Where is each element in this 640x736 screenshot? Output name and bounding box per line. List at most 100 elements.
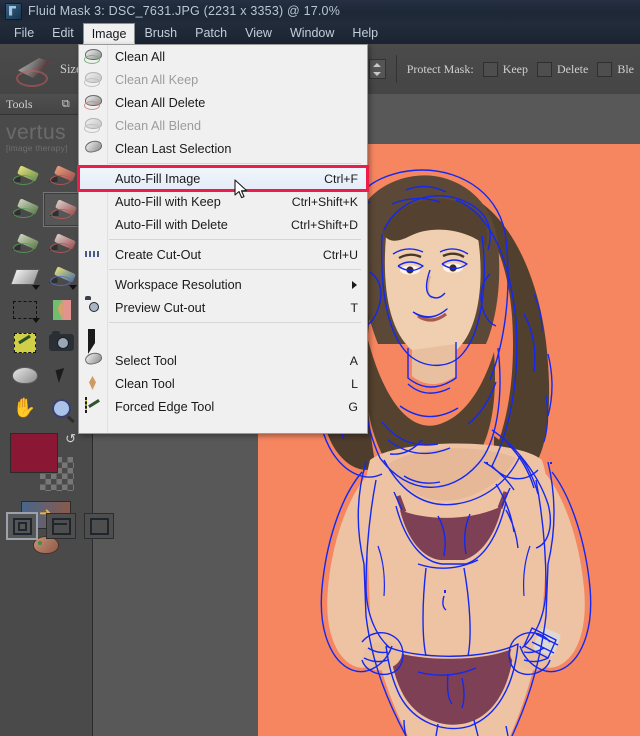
menubar-item-help[interactable]: Help <box>343 22 387 44</box>
menu-item-accelerator: A <box>349 353 358 368</box>
menu-item-clean-all[interactable]: Clean All <box>79 45 367 68</box>
menu-item-auto-fill-with-delete[interactable]: Auto-Fill with Delete Ctrl+Shift+D <box>79 213 367 236</box>
brush-preview-icon <box>14 52 60 87</box>
clean-all-blend-icon <box>83 117 103 134</box>
menu-item-auto-fill-image[interactable]: Auto-Fill Image Ctrl+F <box>77 165 369 192</box>
tool-delete-blend-brush[interactable] <box>43 227 80 260</box>
protect-blend-label: Ble <box>617 61 634 76</box>
menu-item-create-cut-out[interactable]: Create Cut-Out Ctrl+U <box>79 243 367 266</box>
tool-blend-brush[interactable] <box>43 260 80 293</box>
menubar-item-brush[interactable]: Brush <box>135 22 186 44</box>
tool-marquee[interactable] <box>6 293 43 326</box>
color-swatch-group[interactable]: ↺ <box>10 431 76 491</box>
swap-colors-icon[interactable]: ↺ <box>65 431 76 447</box>
title-bar: Fluid Mask 3: DSC_7631.JPG (2231 x 3353)… <box>0 0 640 22</box>
menu-item-accelerator: T <box>350 300 358 315</box>
options-divider-2 <box>395 55 397 83</box>
window-title: Fluid Mask 3: DSC_7631.JPG (2231 x 3353)… <box>28 4 341 18</box>
menu-item-label: Forced Edge Tool <box>115 399 215 414</box>
tool-eraser[interactable] <box>6 260 43 293</box>
dock-icon[interactable]: ⧉ <box>62 98 70 111</box>
blend-dropdown-caret[interactable] <box>69 285 77 290</box>
menu-item-label: Create Cut-Out <box>115 247 202 262</box>
menu-item-label: Clean Last Selection <box>115 141 232 156</box>
menu-item-label: Auto-Fill with Delete <box>115 217 228 232</box>
menu-item-label: Auto-Fill Image <box>115 171 201 186</box>
tool-clean[interactable] <box>6 359 43 392</box>
menu-item-label: Preview Cut-out <box>115 300 206 315</box>
clean-all-keep-icon <box>83 71 103 88</box>
color-sampler-icon <box>83 397 103 415</box>
tools-panel-title: Tools <box>6 96 33 111</box>
protect-blend-checkbox[interactable] <box>597 61 613 77</box>
tool-zoom[interactable] <box>43 392 80 425</box>
menu-item-clean-all-blend[interactable]: Clean All Blend <box>79 114 367 137</box>
menu-item-label: Clean All Blend <box>115 118 202 133</box>
menu-item-accelerator: Ctrl+Shift+D <box>291 217 358 232</box>
menu-item-label: Clean Tool <box>115 376 175 391</box>
menu-separator-3 <box>109 269 361 270</box>
size-stepper[interactable] <box>368 59 386 79</box>
foreground-color-swatch[interactable] <box>10 433 58 473</box>
tool-forced-edge[interactable] <box>43 293 80 326</box>
protect-keep-checkbox[interactable] <box>482 61 498 77</box>
menubar-item-patch[interactable]: Patch <box>186 22 236 44</box>
menu-bar: File Edit Image Brush Patch View Window … <box>0 22 640 44</box>
menubar-item-edit[interactable]: Edit <box>43 22 83 44</box>
clean-all-delete-icon <box>83 94 103 111</box>
protect-mask-label: Protect Mask: <box>406 61 474 76</box>
menu-item-label: Clean All Delete <box>115 95 206 110</box>
protect-delete-checkbox[interactable] <box>537 61 553 77</box>
submenu-chevron-icon <box>352 280 357 289</box>
clean-last-selection-icon <box>83 139 104 157</box>
view-mode-single-button[interactable] <box>6 512 38 540</box>
menubar-item-view[interactable]: View <box>236 22 281 44</box>
menu-item-forced-edge-tool[interactable]: Clean Tool L <box>79 372 367 395</box>
menu-item-clean-tool[interactable]: Select Tool A <box>79 349 367 372</box>
menu-item-color-sampler[interactable]: Forced Edge Tool G <box>79 395 367 418</box>
tool-keep-local-brush[interactable] <box>6 192 43 225</box>
view-mode-preview-button[interactable] <box>84 513 114 539</box>
menu-separator-1 <box>109 163 361 164</box>
arrow-cursor-icon <box>83 329 103 354</box>
tool-delete-exact-brush[interactable] <box>43 159 80 192</box>
menu-item-label: Select Tool <box>115 353 177 368</box>
menu-item-clean-last-selection[interactable]: Clean Last Selection <box>79 137 367 160</box>
view-mode-buttons <box>6 512 114 540</box>
menu-item-accelerator: G <box>348 399 358 414</box>
eraser-dropdown-caret[interactable] <box>32 285 40 290</box>
tool-delete-local-brush[interactable] <box>43 192 82 227</box>
menu-item-label: Clean All <box>115 49 166 64</box>
menu-item-preview-cut-out[interactable]: Preview Cut-out T <box>79 296 367 319</box>
protect-keep-label: Keep <box>502 61 529 76</box>
menu-item-accelerator: Ctrl+F <box>324 171 358 186</box>
menubar-item-window[interactable]: Window <box>281 22 343 44</box>
menu-item-label: Auto-Fill with Keep <box>115 194 221 209</box>
tool-select[interactable] <box>43 359 80 392</box>
menu-item-auto-fill-with-keep[interactable]: Auto-Fill with Keep Ctrl+Shift+K <box>79 190 367 213</box>
tool-color-sampler[interactable] <box>6 326 43 359</box>
menu-separator-2 <box>109 239 361 240</box>
forced-edge-icon <box>83 375 103 392</box>
tool-keep-blend-brush[interactable] <box>6 227 43 260</box>
menu-item-label: Clean All Keep <box>115 72 199 87</box>
tool-keep-exact-brush[interactable] <box>6 159 43 192</box>
menu-item-workspace-resolution[interactable]: Workspace Resolution <box>79 273 367 296</box>
menu-item-label: Workspace Resolution <box>115 277 242 292</box>
menu-item-accelerator: Ctrl+U <box>322 247 358 262</box>
tool-preview-cutout[interactable] <box>43 326 80 359</box>
marquee-dropdown-caret[interactable] <box>32 318 40 323</box>
menubar-item-image[interactable]: Image <box>82 23 136 44</box>
camera-icon <box>83 299 103 316</box>
fluid-mask-window: Fluid Mask 3: DSC_7631.JPG (2231 x 3353)… <box>0 0 640 736</box>
menu-item-clean-all-keep[interactable]: Clean All Keep <box>79 68 367 91</box>
clean-tool-icon <box>83 351 104 369</box>
mouse-pointer <box>234 179 248 199</box>
menu-item-select-tool[interactable] <box>79 326 367 354</box>
menu-separator-4 <box>109 322 361 323</box>
menu-item-clean-all-delete[interactable]: Clean All Delete <box>79 91 367 114</box>
app-logo-icon <box>5 2 22 20</box>
tool-hand[interactable]: ✋ <box>6 392 43 425</box>
view-mode-split-button[interactable] <box>46 513 76 539</box>
menubar-item-file[interactable]: File <box>5 22 43 44</box>
